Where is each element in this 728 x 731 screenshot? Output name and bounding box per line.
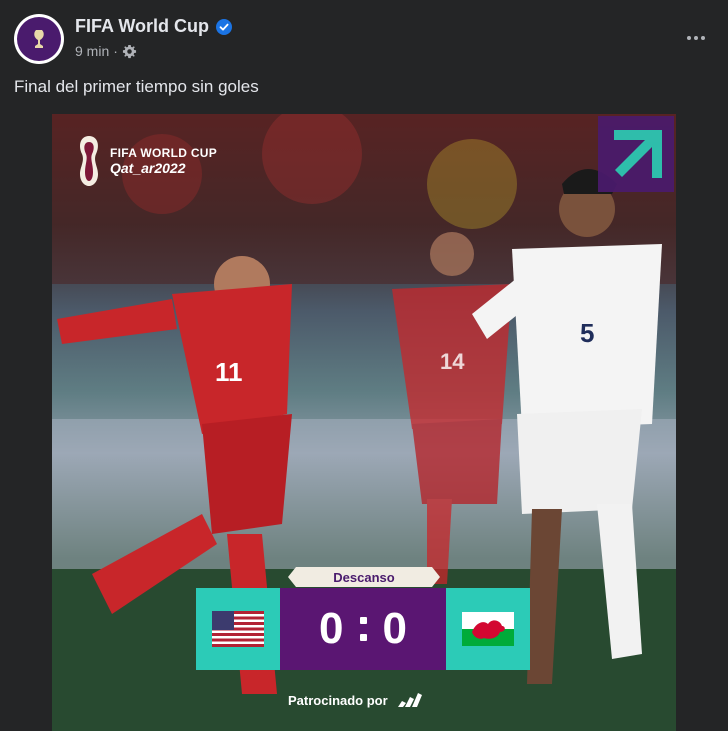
world-cup-emblem-icon xyxy=(80,136,98,186)
wales-flag-icon xyxy=(462,612,514,646)
post-time[interactable]: 9 min xyxy=(75,43,109,59)
away-score: 0 xyxy=(382,604,407,653)
match-image[interactable]: 11 14 5 FIFA WORLD CUP Qat_ar2022 Descan… xyxy=(52,114,676,731)
post-meta: 9 min · xyxy=(75,43,137,59)
page-avatar[interactable] xyxy=(14,14,64,64)
verified-icon xyxy=(215,18,232,35)
team-wales xyxy=(446,588,530,670)
usa-flag-icon xyxy=(212,611,264,647)
team-usa xyxy=(196,588,280,670)
more-icon xyxy=(687,36,691,40)
trophy-icon xyxy=(34,30,44,48)
player-mid-number: 14 xyxy=(440,349,465,374)
expand-arrow-icon xyxy=(614,130,662,178)
player-right-number: 5 xyxy=(580,318,594,348)
sponsor-line: Patrocinado por xyxy=(288,692,422,708)
meta-separator: · xyxy=(113,43,118,59)
fifa-logo-icon xyxy=(17,17,61,61)
name-row: FIFA World Cup xyxy=(75,16,232,37)
post-media: 11 14 5 FIFA WORLD CUP Qat_ar2022 Descan… xyxy=(0,114,728,731)
home-score: 0 xyxy=(319,604,344,653)
logo-line2: Qat_ar2022 xyxy=(110,160,186,176)
player-left-number: 11 xyxy=(215,357,243,387)
expand-arrow-button[interactable] xyxy=(598,116,674,192)
post-text: Final del primer tiempo sin goles xyxy=(14,77,259,96)
gear-icon[interactable] xyxy=(122,44,137,59)
more-options-button[interactable] xyxy=(680,22,712,54)
world-cup-logo: FIFA WORLD CUP Qat_ar2022 xyxy=(76,134,217,188)
post-header: FIFA World Cup 9 min · Final del primer … xyxy=(0,0,728,112)
page-name-link[interactable]: FIFA World Cup xyxy=(75,16,209,37)
match-status-badge: Descanso xyxy=(288,567,440,587)
score-separator xyxy=(359,617,367,641)
logo-line1: FIFA WORLD CUP xyxy=(110,146,218,160)
sponsor-text: Patrocinado por xyxy=(288,692,388,708)
adidas-icon xyxy=(397,693,422,707)
scoreboard: 0 0 xyxy=(196,588,530,670)
score-display: 0 0 xyxy=(280,588,446,670)
